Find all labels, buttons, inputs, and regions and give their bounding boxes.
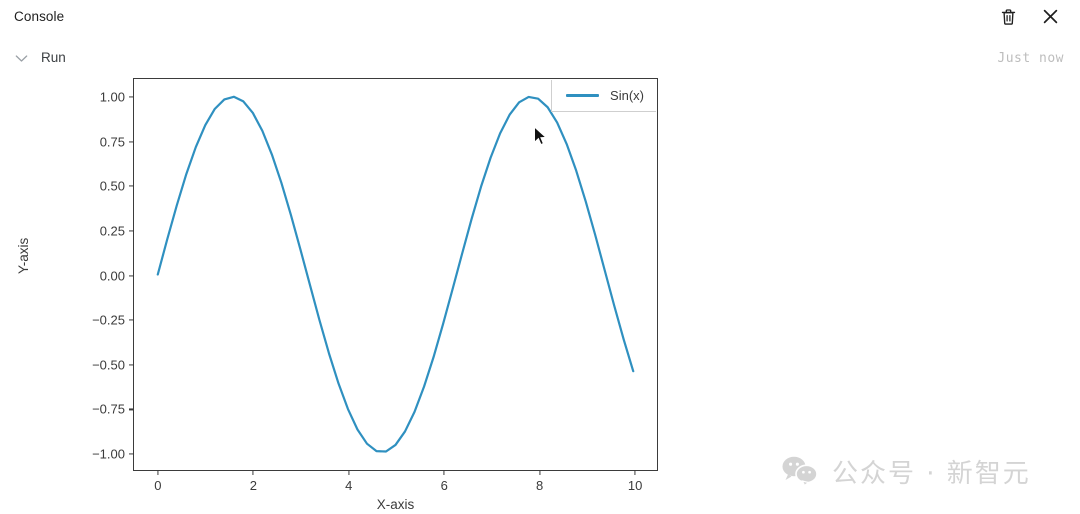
wechat-icon [781, 455, 819, 492]
y-tick-label: −1.00 [92, 446, 125, 462]
y-tick-mark [129, 364, 134, 366]
y-tick-mark [129, 140, 134, 143]
trash-icon[interactable] [998, 7, 1018, 27]
y-tick-mark [129, 453, 134, 455]
x-tick-mark [252, 470, 254, 475]
watermark-text: 公众号 · 新智元 [832, 458, 1031, 489]
x-tick-mark [634, 470, 636, 475]
run-row[interactable]: Run Just now [0, 44, 1080, 72]
legend-swatch-sinx [566, 94, 600, 97]
y-tick-label: −0.25 [92, 312, 125, 328]
y-tick-mark [129, 408, 134, 411]
x-tick-mark [157, 470, 159, 475]
watermark: 公众号 · 新智元 [781, 455, 1031, 492]
y-tick-mark [129, 230, 134, 232]
console-header: Console [0, 0, 1080, 33]
x-tick-mark [539, 470, 541, 475]
plot-legend: Sin(x) [551, 80, 656, 112]
legend-label-sinx: Sin(x) [610, 88, 644, 103]
header-actions [998, 7, 1066, 27]
y-tick-mark [129, 185, 134, 187]
x-tick-mark [443, 470, 445, 475]
plot-figure: Y-axis X-axis Sin(x) −1.00 −0.75 −0.50 −0.2… [16, 70, 764, 514]
close-icon[interactable] [1040, 7, 1060, 27]
run-timestamp: Just now [997, 50, 1064, 66]
series-line-0 [158, 97, 633, 452]
y-tick-mark [129, 274, 134, 277]
chevron-down-icon[interactable] [8, 45, 34, 71]
plot-axes: Sin(x) −1.00 −0.75 −0.50 −0.25 0.00 0.25 0.50 0… [92, 78, 658, 492]
y-tick-mark [129, 319, 134, 321]
x-axis-label: X-axis [376, 497, 415, 512]
y-axis-label: Y-axis [16, 237, 31, 274]
y-tick-mark [129, 96, 134, 98]
run-label: Run [41, 50, 66, 66]
x-tick-mark [348, 470, 350, 475]
sin-curve [134, 79, 657, 470]
y-tick-label: −0.50 [92, 357, 125, 373]
console-title: Console [14, 8, 65, 24]
y-tick-label: −0.75 [92, 401, 125, 417]
